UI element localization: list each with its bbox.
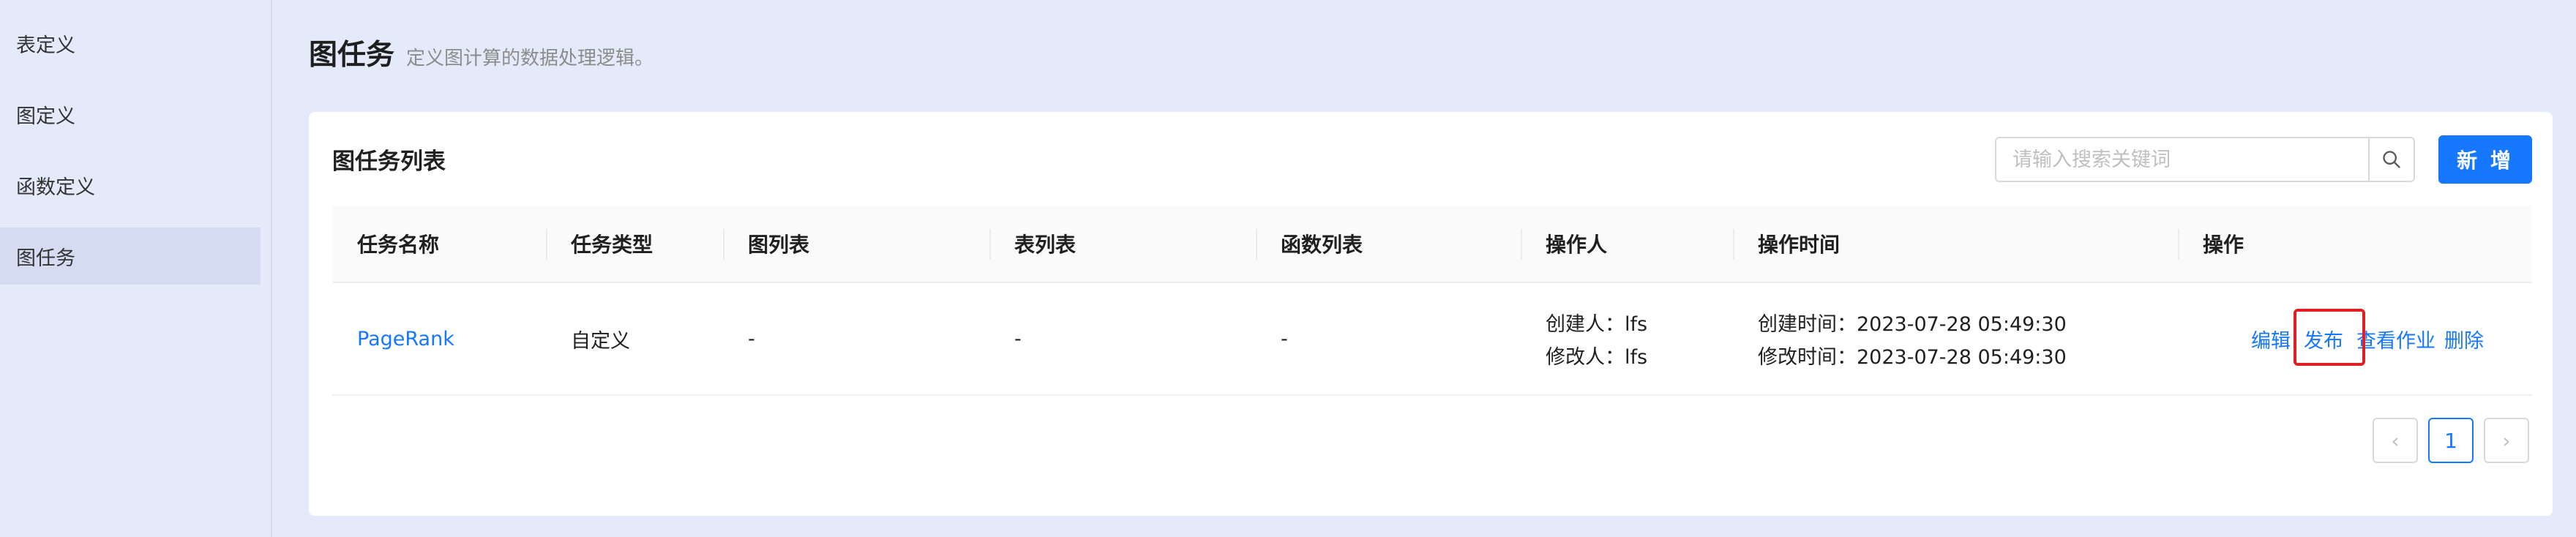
column-header-table-list: 表列表 bbox=[989, 206, 1256, 282]
column-header-operation-time: 操作时间 bbox=[1733, 206, 2178, 282]
sidebar-item-label: 函数定义 bbox=[16, 176, 95, 199]
table-row: PageRank 自定义 - - - 创建人：lfs 修改人：lfs 创建时间：… bbox=[332, 283, 2532, 396]
prev-page-button[interactable]: ‹ bbox=[2373, 418, 2418, 463]
column-header-graph-list: 图列表 bbox=[723, 206, 989, 282]
sidebar-item-function-definition[interactable]: 函数定义 bbox=[0, 157, 261, 214]
modifier: 修改人：lfs bbox=[1546, 346, 1648, 369]
column-header-task-name: 任务名称 bbox=[357, 233, 440, 257]
task-list-card: 图任务列表 新 增 任务名称 任务类型 图列表 表列表 函数列表 操作人 操作时… bbox=[309, 112, 2553, 516]
sidebar: 表定义 图定义 函数定义 图任务 bbox=[0, 0, 272, 537]
search-icon bbox=[2383, 151, 2400, 168]
table-header: 任务名称 任务类型 图列表 表列表 函数列表 操作人 操作时间 操作 bbox=[332, 206, 2532, 283]
sidebar-item-table-definition[interactable]: 表定义 bbox=[0, 15, 261, 72]
modified-time: 修改时间：2023-07-28 05:49:30 bbox=[1758, 346, 2067, 369]
next-page-button[interactable]: › bbox=[2484, 418, 2529, 463]
column-header-actions: 操作 bbox=[2178, 206, 2532, 282]
page-header: 图任务 定义图计算的数据处理逻辑。 bbox=[309, 32, 654, 76]
function-list: - bbox=[1281, 327, 1288, 350]
search-button[interactable] bbox=[2368, 138, 2414, 181]
sidebar-item-label: 图任务 bbox=[16, 247, 75, 270]
graph-list: - bbox=[748, 327, 755, 350]
pagination: ‹ 1 › bbox=[2373, 418, 2529, 463]
column-header-function-list: 函数列表 bbox=[1256, 206, 1521, 282]
task-table: 任务名称 任务类型 图列表 表列表 函数列表 操作人 操作时间 操作 PageR… bbox=[332, 206, 2532, 396]
add-button[interactable]: 新 增 bbox=[2438, 135, 2532, 184]
card-title: 图任务列表 bbox=[332, 149, 446, 175]
creator: 创建人：lfs bbox=[1546, 313, 1648, 336]
search-box bbox=[1995, 137, 2415, 182]
page-title: 图任务 bbox=[309, 39, 395, 72]
view-jobs-link[interactable]: 查看作业 bbox=[2356, 325, 2435, 353]
page-1-button[interactable]: 1 bbox=[2428, 418, 2474, 463]
search-input[interactable] bbox=[1996, 138, 2368, 181]
sidebar-item-graph-tasks[interactable]: 图任务 bbox=[0, 228, 261, 285]
column-header-operator: 操作人 bbox=[1521, 206, 1733, 282]
delete-link[interactable]: 删除 bbox=[2444, 325, 2484, 353]
task-type: 自定义 bbox=[571, 329, 630, 353]
created-time: 创建时间：2023-07-28 05:49:30 bbox=[1758, 313, 2067, 336]
page-subtitle: 定义图计算的数据处理逻辑。 bbox=[406, 48, 654, 70]
sidebar-item-graph-definition[interactable]: 图定义 bbox=[0, 86, 261, 143]
edit-link[interactable]: 编辑 bbox=[2251, 325, 2291, 353]
column-header-task-type: 任务类型 bbox=[546, 206, 723, 282]
sidebar-item-label: 图定义 bbox=[16, 105, 75, 128]
task-name-link[interactable]: PageRank bbox=[357, 328, 546, 350]
publish-link[interactable]: 发布 bbox=[2294, 308, 2365, 366]
sidebar-item-label: 表定义 bbox=[16, 34, 75, 57]
table-list: - bbox=[1014, 327, 1022, 350]
